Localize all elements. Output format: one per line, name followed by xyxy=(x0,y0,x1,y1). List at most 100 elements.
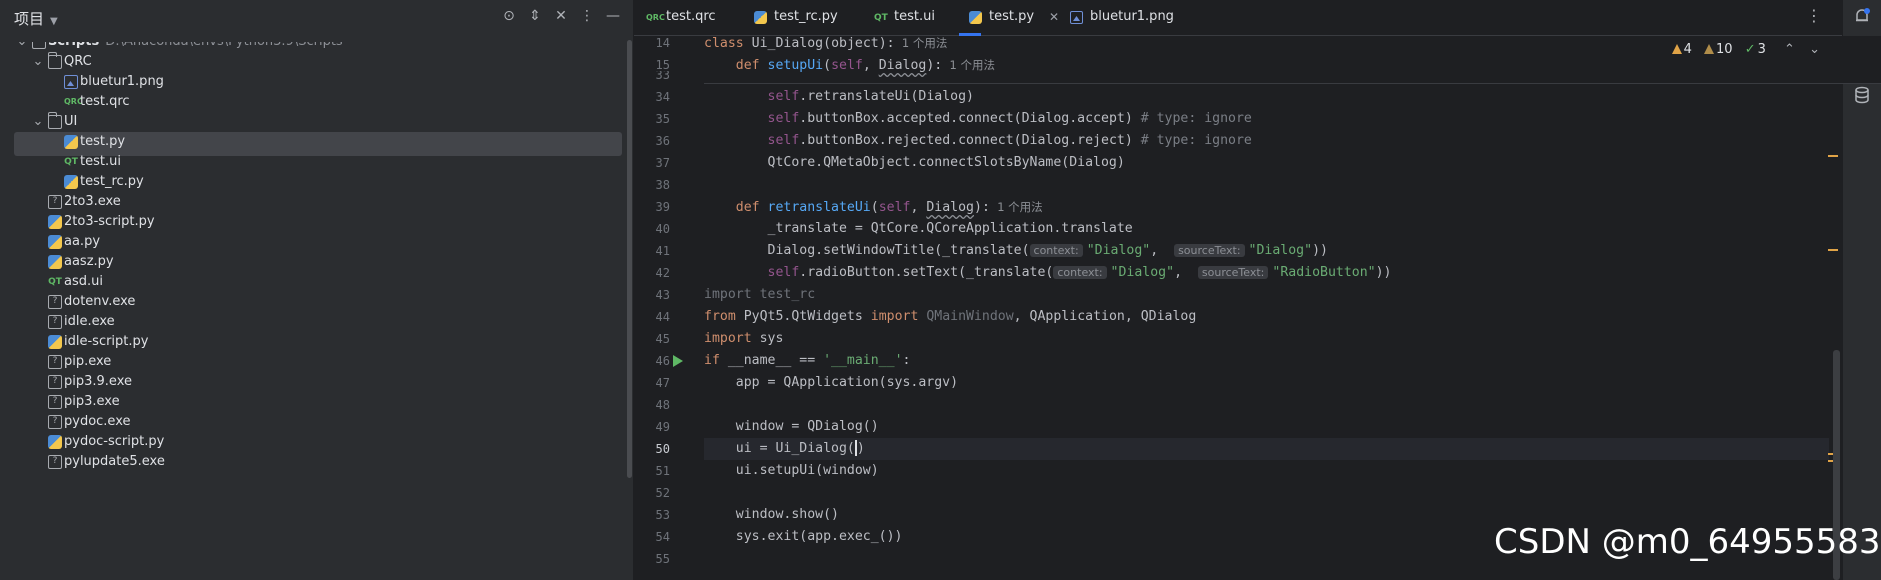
warnings-count: 4 xyxy=(1683,42,1692,57)
code-token: QtCore.QMetaObject.connectSlotsByName(Di… xyxy=(704,155,1125,170)
code-line[interactable]: QtCore.QMetaObject.connectSlotsByName(Di… xyxy=(704,152,1829,174)
tree-node[interactable]: ? pip.exe xyxy=(0,352,625,372)
inspection-widget[interactable]: 4 10 ✓ 3 ⌃ ⌄ xyxy=(1671,42,1820,57)
sticky-code-line[interactable]: def setupUi(self, Dialog): 1 个用法 xyxy=(704,54,1829,76)
code-token: if xyxy=(704,353,728,368)
code-token: )) xyxy=(1375,265,1392,280)
tree-node[interactable]: test.py xyxy=(0,132,625,156)
select-opened-file-icon[interactable]: ⊙ xyxy=(500,7,518,25)
tree-node[interactable]: ? pip3.exe xyxy=(0,392,625,412)
code-line[interactable]: self.buttonBox.rejected.connect(Dialog.r… xyxy=(704,130,1829,152)
code-token: self xyxy=(767,265,800,280)
project-tree-scrollbar[interactable] xyxy=(627,40,632,478)
options-menu-icon[interactable]: ⋮ xyxy=(578,7,596,25)
folder-icon xyxy=(47,52,62,69)
tree-node[interactable]: ? pip3.9.exe xyxy=(0,372,625,392)
warning-stripe-marker[interactable] xyxy=(1828,155,1838,157)
tree-node[interactable]: aasz.py xyxy=(0,252,625,272)
tree-node[interactable]: QT test.ui xyxy=(0,152,625,172)
code-token: self xyxy=(878,200,911,215)
code-token: , xyxy=(862,58,879,73)
line-number: 39 xyxy=(655,200,670,214)
code-line[interactable] xyxy=(704,482,1829,504)
tree-node-name: aasz.py xyxy=(64,254,114,269)
qrc-file-icon: QRC xyxy=(646,13,665,22)
tree-node[interactable]: ? 2to3.exe xyxy=(0,192,625,212)
expand-all-icon[interactable]: ⇕ xyxy=(526,7,544,25)
code-line[interactable]: self.radioButton.setText(_translate(cont… xyxy=(704,262,1829,284)
code-view[interactable]: class Ui_Dialog(object): 1 个用法 def setup… xyxy=(704,36,1881,580)
code-token: self xyxy=(831,58,863,73)
code-token: import xyxy=(870,309,927,324)
next-highlight-icon[interactable]: ⌄ xyxy=(1809,42,1820,57)
code-line[interactable]: window = QDialog() xyxy=(704,416,1829,438)
folder-icon xyxy=(32,42,46,49)
code-token: def xyxy=(735,200,768,215)
line-number: 40 xyxy=(655,222,670,236)
collapse-all-icon[interactable]: ✕ xyxy=(552,7,570,25)
code-line[interactable]: Dialog.setWindowTitle(_translate(context… xyxy=(704,240,1829,262)
code-line[interactable]: import sys xyxy=(704,328,1829,350)
previous-highlight-icon[interactable]: ⌃ xyxy=(1784,42,1795,57)
code-line[interactable]: app = QApplication(sys.argv) xyxy=(704,372,1829,394)
code-line[interactable]: ui = Ui_Dialog() xyxy=(704,438,1829,460)
code-line[interactable]: ui.setupUi(window) xyxy=(704,460,1829,482)
tree-node[interactable]: aa.py xyxy=(0,232,625,252)
code-line[interactable]: import test_rc xyxy=(704,284,1829,306)
line-number: 38 xyxy=(655,178,670,192)
tree-node-name: UI xyxy=(64,114,78,129)
code-line[interactable]: self.retranslateUi(Dialog) xyxy=(704,86,1829,108)
tree-node-name: test_rc.py xyxy=(80,174,144,189)
tree-node[interactable]: ? pydoc.exe xyxy=(0,412,625,432)
tree-node[interactable]: ⌄ QRC xyxy=(0,52,625,72)
code-line[interactable] xyxy=(704,394,1829,416)
tree-node-label: asd.ui xyxy=(64,272,103,292)
tree-node-label: test.qrc xyxy=(80,92,130,112)
tree-node[interactable]: pydoc-script.py xyxy=(0,432,625,452)
tree-node[interactable]: QRC test.qrc xyxy=(0,92,625,112)
sticky-code-line[interactable]: class Ui_Dialog(object): 1 个用法 xyxy=(704,32,1829,54)
tree-node[interactable]: ⌄ScriptsD:\Anaconda\envs\Python3.9\Scrip… xyxy=(0,42,625,52)
tree-node[interactable]: idle-script.py xyxy=(0,332,625,352)
python-file-icon xyxy=(64,135,78,149)
code-line[interactable] xyxy=(704,174,1829,196)
code-line[interactable]: from PyQt5.QtWidgets import QMainWindow,… xyxy=(704,306,1829,328)
tree-node-path: D:\Anaconda\envs\Python3.9\Scripts xyxy=(105,42,343,49)
code-token: ): xyxy=(974,200,990,215)
hide-panel-icon[interactable]: — xyxy=(604,7,622,25)
run-icon[interactable] xyxy=(673,355,683,367)
notifications-bell-icon[interactable] xyxy=(1853,7,1871,25)
code-line[interactable]: _translate = QtCore.QCoreApplication.tra… xyxy=(704,218,1829,240)
tree-node[interactable]: ? dotenv.exe xyxy=(0,292,625,312)
tree-node[interactable]: ? pylupdate5.exe xyxy=(0,452,625,472)
line-number: 34 xyxy=(655,90,670,104)
code-line[interactable]: self.buttonBox.accepted.connect(Dialog.a… xyxy=(704,108,1829,130)
qt-ui-file-icon: QT xyxy=(874,13,888,23)
line-number: 35 xyxy=(655,112,670,126)
close-icon[interactable]: ✕ xyxy=(1049,0,1059,34)
code-token: ) xyxy=(856,441,865,456)
tree-node-name: bluetur1.png xyxy=(80,74,164,89)
code-token: "Dialog" xyxy=(1086,243,1151,258)
tree-node-label: aasz.py xyxy=(64,252,114,272)
tree-node-label: test_rc.py xyxy=(80,172,144,192)
tab-label: test.py xyxy=(989,9,1035,24)
database-icon[interactable] xyxy=(1853,86,1871,104)
tab-more-menu-icon[interactable]: ⋮ xyxy=(1806,6,1822,25)
tree-node[interactable]: 2to3-script.py xyxy=(0,212,625,232)
project-view-selector[interactable]: 项目 ▼ xyxy=(14,8,58,29)
tree-node[interactable]: ⌄ UI xyxy=(0,112,625,132)
tree-node[interactable]: ? idle.exe xyxy=(0,312,625,332)
code-line[interactable]: def retranslateUi(self, Dialog): 1 个用法 xyxy=(704,196,1829,218)
tree-node[interactable]: QT asd.ui xyxy=(0,272,625,292)
code-line[interactable]: if __name__ == '__main__': xyxy=(704,350,1829,372)
code-token: )) xyxy=(1312,243,1328,258)
tree-node[interactable]: bluetur1.png xyxy=(0,72,625,92)
tree-node[interactable]: test_rc.py xyxy=(0,172,625,192)
warning-stripe-marker[interactable] xyxy=(1828,249,1838,251)
code-token: sys.exit(app.exec_()) xyxy=(704,529,903,544)
code-token: .retranslateUi(Dialog) xyxy=(799,89,974,104)
tree-node-label: pydoc-script.py xyxy=(64,432,164,452)
